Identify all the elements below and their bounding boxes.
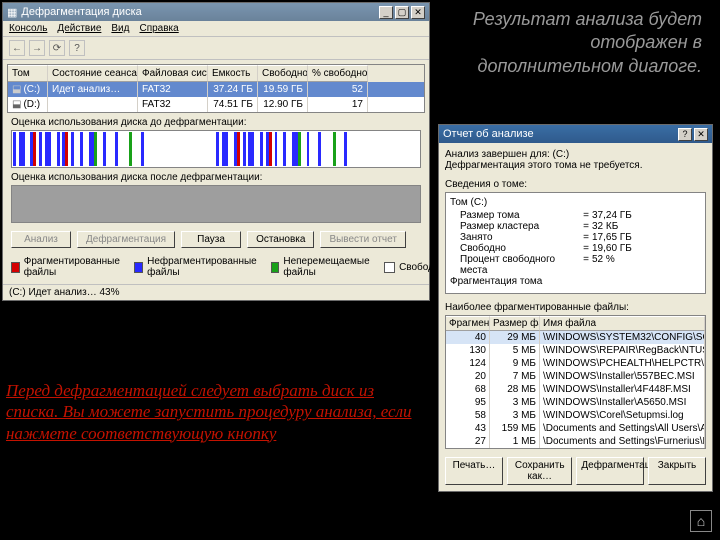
defrag-titlebar[interactable]: ▦ Дефрагментация диска _ ▢ ✕: [3, 3, 429, 21]
file-row[interactable]: 271 МБ\Documents and Settings\Furnerius\…: [446, 435, 705, 448]
close-button[interactable]: Закрыть: [648, 457, 706, 485]
swatch-nonfrag: [134, 262, 143, 273]
frag-map-after: [11, 185, 421, 223]
report-defrag-button[interactable]: Дефрагментация: [576, 457, 644, 485]
file-row[interactable]: 6828 МБ\WINDOWS\Installer\4F448F.MSI: [446, 383, 705, 396]
file-row[interactable]: 1305 МБ\WINDOWS\REPAIR\RegBack\NTUSER.DA…: [446, 344, 705, 357]
label-after: Оценка использования диска после дефрагм…: [11, 172, 421, 183]
grid-row-c[interactable]: (C:) Идет анализ… FAT32 37.24 ГБ 19.59 Г…: [8, 82, 424, 97]
action-buttons: Анализ Дефрагментация Пауза Остановка Вы…: [11, 231, 421, 248]
statusbar: (C:) Идет анализ… 43%: [3, 284, 429, 300]
minimize-button[interactable]: _: [379, 6, 393, 19]
report-close-button[interactable]: ✕: [694, 128, 708, 141]
legend: Фрагментированные файлы Нефрагментирован…: [11, 256, 421, 278]
vol-d: (D:): [8, 97, 48, 112]
col-fs[interactable]: Файловая система: [138, 65, 208, 82]
vol-c: (C:): [8, 82, 48, 97]
defrag-button[interactable]: Дефрагментация: [77, 231, 175, 248]
home-icon[interactable]: ⌂: [690, 510, 712, 532]
volume-grid[interactable]: Том Состояние сеанса Файловая система Ем…: [7, 64, 425, 113]
file-row[interactable]: 1249 МБ\WINDOWS\PCHEALTH\HELPCTR\DataCo…: [446, 357, 705, 370]
col-cap[interactable]: Емкость: [208, 65, 258, 82]
file-row[interactable]: 583 МБ\WINDOWS\Corel\Setupmsi.log: [446, 409, 705, 422]
report-button[interactable]: Вывести отчет: [320, 231, 406, 248]
stop-button[interactable]: Остановка: [247, 231, 314, 248]
file-list[interactable]: Фрагментов Размер файла Имя файла 4029 М…: [445, 315, 706, 449]
defrag-window: ▦ Дефрагментация диска _ ▢ ✕ Консоль Дей…: [2, 2, 430, 301]
defrag-title: Дефрагментация диска: [21, 6, 141, 18]
fcol-name[interactable]: Имя файла: [540, 316, 705, 331]
slide-annotation-bottom: Перед дефрагментацией следует выбрать ди…: [6, 380, 426, 444]
file-row[interactable]: 4029 МБ\WINDOWS\SYSTEM32\CONFIG\SOFTW…: [446, 331, 705, 344]
menu-console[interactable]: Консоль: [9, 23, 47, 34]
file-row[interactable]: 43159 МБ\Documents and Settings\All User…: [446, 422, 705, 435]
refresh-icon[interactable]: ⟳: [49, 40, 65, 56]
grid-row-d[interactable]: (D:) FAT32 74.51 ГБ 12.90 ГБ 17: [8, 97, 424, 112]
col-state[interactable]: Состояние сеанса: [48, 65, 138, 82]
toolbar: ← → ⟳ ?: [3, 37, 429, 60]
info-label: Сведения о томе:: [445, 179, 706, 190]
maximize-button[interactable]: ▢: [395, 6, 409, 19]
flist-label: Наиболее фрагментированные файлы:: [445, 302, 706, 313]
menubar: Консоль Действие Вид Справка: [3, 21, 429, 37]
menu-action[interactable]: Действие: [57, 23, 101, 34]
forward-icon[interactable]: →: [29, 40, 45, 56]
fcol-frag[interactable]: Фрагментов: [446, 316, 490, 331]
swatch-free: [384, 262, 395, 273]
report-title: Отчет об анализе: [443, 128, 534, 140]
menu-help[interactable]: Справка: [139, 23, 178, 34]
col-free[interactable]: Свободно: [258, 65, 308, 82]
defrag-app-icon: ▦: [7, 6, 17, 19]
file-row[interactable]: 953 МБ\WINDOWS\Installer\A5650.MSI: [446, 396, 705, 409]
slide-annotation-right: Результат анализа будет отображен в допо…: [442, 8, 702, 78]
report-note: Дефрагментация этого тома не требуется.: [445, 160, 706, 171]
report-dialog: Отчет об анализе ? ✕ Анализ завершен для…: [438, 124, 713, 492]
label-before: Оценка использования диска до дефрагмент…: [11, 117, 421, 128]
menu-view[interactable]: Вид: [111, 23, 129, 34]
vol-header: Том (C:): [450, 197, 701, 208]
volume-info: Том (C:) Размер тома=37,24 ГБ Размер кла…: [445, 192, 706, 294]
fcol-size[interactable]: Размер файла: [490, 316, 540, 331]
pause-button[interactable]: Пауза: [181, 231, 241, 248]
file-row[interactable]: 207 МБ\WINDOWS\Installer\557BEC.MSI: [446, 370, 705, 383]
help-icon[interactable]: ?: [69, 40, 85, 56]
saveas-button[interactable]: Сохранить как…: [507, 457, 572, 485]
swatch-frag: [11, 262, 20, 273]
col-volume[interactable]: Том: [8, 65, 48, 82]
report-done-line: Анализ завершен для: (C:): [445, 149, 706, 160]
col-pct[interactable]: % свободного мест: [308, 65, 368, 82]
back-icon[interactable]: ←: [9, 40, 25, 56]
frag-header: Фрагментация тома: [450, 276, 701, 287]
report-help-button[interactable]: ?: [678, 128, 692, 141]
swatch-unmov: [271, 262, 280, 273]
analyze-button[interactable]: Анализ: [11, 231, 71, 248]
grid-header: Том Состояние сеанса Файловая система Ем…: [8, 65, 424, 82]
report-titlebar[interactable]: Отчет об анализе ? ✕: [439, 125, 712, 143]
frag-map-before: [11, 130, 421, 168]
print-button[interactable]: Печать…: [445, 457, 503, 485]
close-button[interactable]: ✕: [411, 6, 425, 19]
